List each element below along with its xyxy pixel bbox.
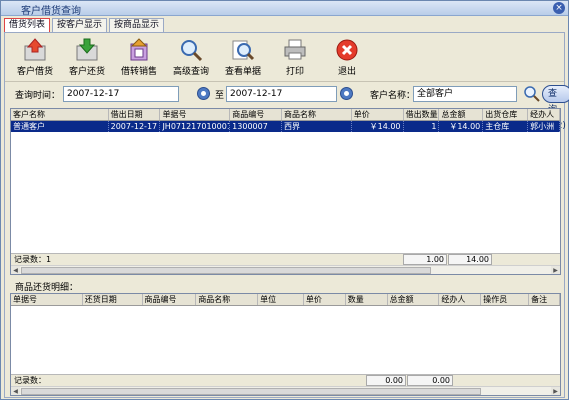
col-header[interactable]: 商品名称 [282, 109, 352, 120]
exit-icon [336, 39, 358, 61]
exit-button[interactable]: 退出 [321, 35, 373, 79]
detail-total-quantity: 0.00 [366, 375, 406, 386]
date-from-field[interactable]: 2007-12-17 [63, 86, 179, 102]
return-download-icon [76, 38, 98, 61]
col-header[interactable]: 备注 [529, 294, 560, 305]
window-title: 客户借货查询 [21, 6, 81, 17]
tab-by-customer[interactable]: 按客户显示 [52, 18, 108, 32]
table-cell: 1300007 [230, 121, 282, 132]
col-header[interactable]: 经办人 [439, 294, 482, 305]
scroll-thumb[interactable] [21, 388, 481, 395]
customer-borrow-label: 客户借货 [16, 67, 53, 77]
tab-strip: 借货列表 按客户显示 按商品显示 [4, 18, 166, 33]
main-window: 客户借货查询 × 借货列表 按客户显示 按商品显示 客户借货 客户还货 借转销售… [0, 0, 569, 400]
magnifier-icon [181, 40, 203, 62]
sale-transfer-icon [130, 38, 148, 61]
customer-name-label: 客户名称： [370, 91, 416, 101]
col-header[interactable]: 总金额 [388, 294, 440, 305]
table-cell: 郭小洲 [528, 121, 560, 132]
col-header[interactable]: 单据号 [160, 109, 231, 120]
print-button[interactable]: 打印 [269, 35, 321, 79]
col-header[interactable]: 还货日期 [83, 294, 143, 305]
table-cell: ￥14.00 [352, 121, 404, 132]
printer-icon [284, 39, 306, 60]
customer-borrow-button[interactable]: 客户借货 [9, 35, 61, 79]
advanced-query-label: 高级查询 [172, 67, 209, 77]
table-cell: 1 [404, 121, 440, 132]
total-quantity: 1.00 [403, 254, 447, 265]
to-label: 至 [215, 91, 225, 101]
toolbar: 客户借货 客户还货 借转销售 高级查询 查看单据 打印 退出 [9, 35, 373, 79]
scroll-right-icon[interactable]: ▶ [551, 387, 560, 395]
scroll-thumb[interactable] [21, 267, 431, 274]
toolbar-divider [5, 81, 564, 82]
detail-record-count: 记录数： [14, 376, 46, 385]
return-detail-header: 单据号 还货日期 商品编号 商品名称 单位 单价 数量 总金额 经办人 操作员 … [11, 294, 560, 306]
table-cell: JH071217010001 [162, 121, 231, 132]
search-icon[interactable] [523, 85, 541, 103]
customer-return-label: 客户还货 [68, 67, 105, 77]
col-header[interactable]: 单据号 [11, 294, 83, 305]
loan-list-footer: 记录数：1 1.00 14.00 [11, 253, 560, 265]
loan-list-grid: 客户名称 借出日期 单据号 商品编号 商品名称 单价 借出数量 总金额 出货仓库… [10, 108, 561, 275]
table-cell: 2007-12-17 [109, 121, 161, 132]
view-document-button[interactable]: 查看单据 [217, 35, 269, 79]
col-header[interactable]: 单位 [258, 294, 304, 305]
table-cell: 西界 [282, 121, 352, 132]
col-header[interactable]: 经办人 [528, 109, 560, 120]
col-header[interactable]: 借出数量 [404, 109, 440, 120]
view-document-label: 查看单据 [224, 67, 261, 77]
col-header[interactable]: 单价 [352, 109, 404, 120]
col-header[interactable]: 数量 [346, 294, 388, 305]
col-header[interactable]: 商品名称 [196, 294, 259, 305]
loan-list-hscrollbar[interactable]: ◀ ▶ [11, 265, 560, 274]
print-label: 打印 [285, 67, 304, 77]
advanced-query-button[interactable]: 高级查询 [165, 35, 217, 79]
borrow-to-sale-button[interactable]: 借转销售 [113, 35, 165, 79]
return-detail-title: 商品还货明细： [15, 283, 79, 293]
record-count: 记录数：1 [14, 255, 52, 264]
col-header[interactable]: 借出日期 [109, 109, 161, 120]
customer-return-button[interactable]: 客户还货 [61, 35, 113, 79]
scroll-left-icon[interactable]: ◀ [11, 387, 20, 395]
date-from-picker-icon[interactable] [197, 87, 210, 100]
loan-list-header: 客户名称 借出日期 单据号 商品编号 商品名称 单价 借出数量 总金额 出货仓库… [11, 109, 560, 121]
table-row[interactable]: 普通客户 2007-12-17 JH071217010001 1300007 西… [11, 121, 560, 132]
query-button[interactable]: 查询(F2) [542, 85, 569, 131]
query-time-label: 查询时间： [15, 91, 61, 101]
title-bar[interactable]: 客户借货查询 × [1, 1, 568, 17]
col-header[interactable]: 商品编号 [143, 294, 197, 305]
view-document-icon [232, 40, 255, 61]
borrow-to-sale-label: 借转销售 [120, 67, 157, 77]
col-header[interactable]: 商品编号 [230, 109, 283, 120]
table-cell: 普通客户 [11, 121, 109, 132]
col-header[interactable]: 客户名称 [11, 109, 109, 120]
tab-loan-list[interactable]: 借货列表 [4, 18, 51, 33]
col-header[interactable]: 操作员 [481, 294, 530, 305]
scroll-right-icon[interactable]: ▶ [551, 266, 560, 274]
detail-total-amount: 0.00 [407, 375, 453, 386]
return-detail-footer: 记录数： 0.00 0.00 [11, 374, 560, 386]
borrow-upload-icon [24, 38, 46, 61]
table-cell: 主仓库 [483, 121, 529, 132]
query-bar: 查询时间： 2007-12-17 至 2007-12-17 客户名称： 全部客户… [5, 85, 569, 131]
tab-by-product[interactable]: 按商品显示 [109, 18, 165, 32]
col-header[interactable]: 总金额 [439, 109, 484, 120]
col-header[interactable]: 出货仓库 [483, 109, 529, 120]
total-amount: 14.00 [448, 254, 492, 265]
scroll-left-icon[interactable]: ◀ [11, 266, 20, 274]
content-panel: 客户借货 客户还货 借转销售 高级查询 查看单据 打印 退出 查询时间： 200… [4, 32, 569, 398]
customer-name-field[interactable]: 全部客户 [413, 86, 517, 102]
date-to-picker-icon[interactable] [340, 87, 353, 100]
table-cell: ￥14.00 [439, 121, 484, 132]
return-detail-grid: 单据号 还货日期 商品编号 商品名称 单位 单价 数量 总金额 经办人 操作员 … [10, 293, 561, 396]
exit-label: 退出 [337, 67, 356, 77]
detail-hscrollbar[interactable]: ◀ ▶ [11, 386, 560, 395]
date-to-field[interactable]: 2007-12-17 [226, 86, 337, 102]
col-header[interactable]: 单价 [304, 294, 346, 305]
close-icon[interactable]: × [553, 2, 565, 14]
